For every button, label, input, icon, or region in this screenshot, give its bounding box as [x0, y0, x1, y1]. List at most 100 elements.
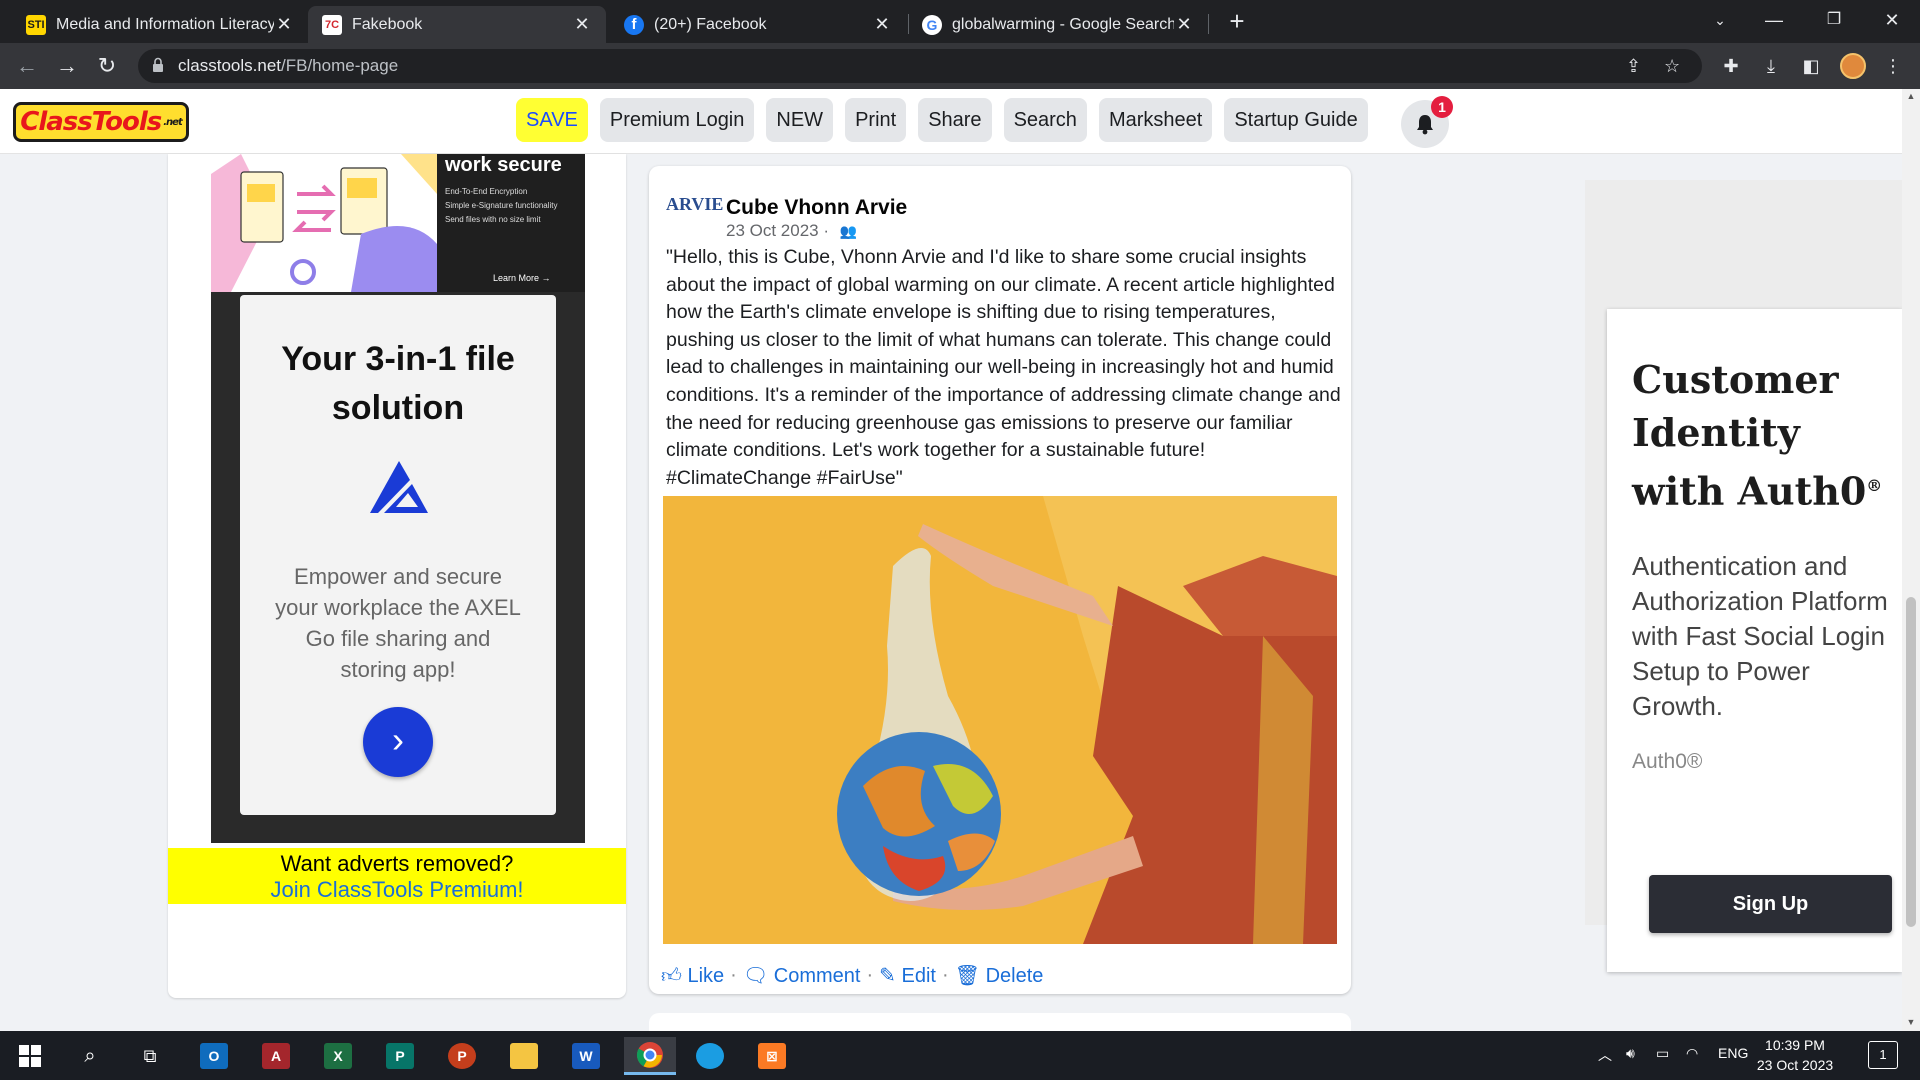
facebook-favicon-icon: f: [624, 14, 644, 35]
window-close-icon[interactable]: ✕: [1862, 0, 1920, 40]
windows-start-icon[interactable]: [10, 1037, 50, 1075]
share-page-icon[interactable]: ⇪: [1626, 56, 1641, 77]
restore-icon[interactable]: ❐: [1804, 0, 1864, 40]
like-label: Like: [687, 964, 725, 987]
join-premium-link[interactable]: Join ClassTools Premium!: [168, 877, 626, 903]
scroll-up-icon[interactable]: ▲: [1906, 91, 1916, 101]
outlook-icon[interactable]: O: [194, 1037, 234, 1075]
browser-tab-strip: STI Media and Information Literacy ✕ 7C …: [0, 0, 1920, 43]
edge-icon[interactable]: [690, 1037, 730, 1075]
tray-chevron-icon[interactable]: ︿: [1598, 1045, 1612, 1065]
wifi-icon[interactable]: ◠: [1686, 1045, 1698, 1062]
classtools-logo[interactable]: ClassTools .net: [13, 102, 189, 142]
sign-up-button[interactable]: Sign Up: [1649, 875, 1892, 933]
file-sharing-illustration: [211, 154, 437, 292]
new-button[interactable]: NEW: [766, 98, 834, 142]
tab-title: Fakebook: [352, 15, 423, 33]
search-button[interactable]: Search: [1003, 98, 1087, 142]
browser-tab[interactable]: G globalwarming - Google Search ✕: [908, 6, 1208, 43]
download-icon[interactable]: ⤓: [1758, 53, 1784, 79]
like-button[interactable]: 👍︎ Like: [661, 964, 724, 988]
task-view-icon[interactable]: ⧉: [130, 1037, 170, 1075]
axel-advert[interactable]: work secure End-To-End Encryption Simple…: [211, 154, 585, 843]
print-button[interactable]: Print: [845, 98, 907, 142]
powerpoint-icon[interactable]: P: [442, 1037, 482, 1075]
browser-toolbar: ← → ↻ classtools.net/FB/home-page ⇪ ☆ ✚ …: [0, 43, 1920, 89]
minimize-icon[interactable]: —: [1744, 0, 1804, 40]
browser-tab[interactable]: STI Media and Information Literacy ✕: [12, 6, 308, 43]
banner-line: Simple e-Signature functionality: [445, 201, 558, 210]
tab-close-icon[interactable]: ✕: [872, 14, 892, 35]
access-icon[interactable]: A: [256, 1037, 296, 1075]
edit-button[interactable]: ✎ Edit: [879, 963, 936, 988]
windows-logo-icon: [19, 1045, 41, 1067]
registered-mark: ®: [1866, 476, 1883, 495]
post-date: 23 Oct 2023 · 👥: [726, 221, 857, 241]
auth0-advert[interactable]: Customer Identity with Auth0® Authentica…: [1607, 309, 1902, 972]
save-button[interactable]: SAVE: [516, 98, 588, 142]
tab-close-icon[interactable]: ✕: [274, 14, 294, 35]
learn-more-label: Learn More: [493, 273, 540, 283]
logo-text: ClassTools: [20, 107, 162, 137]
axel-logo-icon: [370, 461, 428, 513]
word-icon[interactable]: W: [566, 1037, 606, 1075]
author-avatar[interactable]: ARVIE: [666, 194, 723, 220]
tab-close-icon[interactable]: ✕: [1174, 14, 1194, 35]
forward-arrow-icon[interactable]: →: [52, 51, 82, 81]
post-photo[interactable]: [663, 496, 1337, 944]
learn-more-link[interactable]: Learn More →: [493, 273, 551, 283]
startup-guide-button[interactable]: Startup Guide: [1224, 98, 1368, 142]
language-indicator[interactable]: ENG: [1718, 1045, 1748, 1061]
extensions-puzzle-icon[interactable]: ✚: [1718, 53, 1744, 79]
profile-avatar[interactable]: [1840, 53, 1866, 79]
next-post-card: [649, 1013, 1351, 1031]
bell-icon: [1417, 115, 1433, 135]
notifications-button[interactable]: 1: [1401, 96, 1453, 148]
advert-go-button[interactable]: ›: [363, 707, 433, 777]
file-explorer-icon[interactable]: [504, 1037, 544, 1075]
taskbar-clock[interactable]: 10:39 PM 23 Oct 2023: [1752, 1035, 1838, 1075]
browser-tab[interactable]: f (20+) Facebook ✕: [610, 6, 906, 43]
tab-search-chevron-icon[interactable]: ⌄: [1690, 0, 1750, 40]
auth0-advert-subtitle: Authentication and Authorization Platfor…: [1632, 551, 1888, 721]
url-domain: classtools.net: [178, 56, 281, 75]
notification-center-icon[interactable]: 1: [1868, 1041, 1898, 1069]
address-bar[interactable]: classtools.net/FB/home-page ⇪ ☆: [138, 49, 1702, 83]
publisher-icon[interactable]: P: [380, 1037, 420, 1075]
new-tab-button[interactable]: +: [1222, 6, 1252, 36]
xampp-icon[interactable]: ⊠: [752, 1037, 792, 1075]
trash-icon: 🗑︎: [954, 965, 981, 987]
marksheet-button[interactable]: Marksheet: [1098, 98, 1213, 142]
excel-icon[interactable]: X: [318, 1037, 358, 1075]
arrow-right-icon: →: [541, 273, 551, 283]
tab-close-icon[interactable]: ✕: [572, 14, 592, 35]
tab-title: Media and Information Literacy: [56, 15, 274, 33]
scrollbar-thumb[interactable]: [1906, 597, 1916, 927]
battery-icon[interactable]: ▭: [1656, 1045, 1669, 1062]
author-name[interactable]: Cube Vhonn Arvie: [726, 196, 907, 220]
delete-button[interactable]: 🗑︎ Delete: [955, 963, 1044, 988]
delete-label: Delete: [985, 965, 1044, 987]
back-arrow-icon[interactable]: ←: [12, 51, 42, 81]
reload-icon[interactable]: ↻: [92, 51, 122, 81]
chrome-menu-icon[interactable]: ⋮: [1880, 53, 1906, 79]
url-path: /FB/home-page: [281, 56, 399, 75]
post-body: "Hello, this is Cube, Vhonn Arvie and I'…: [666, 246, 1341, 489]
bookmark-star-icon[interactable]: ☆: [1664, 56, 1680, 77]
lock-icon: [153, 57, 163, 72]
notification-badge: 1: [1431, 96, 1453, 118]
premium-login-button[interactable]: Premium Login: [599, 98, 755, 142]
page-viewport: ClassTools .net SAVE Premium Login NEW Pr…: [0, 89, 1902, 1031]
page-scrollbar[interactable]: ▲ ▼: [1902, 89, 1920, 1031]
comment-button[interactable]: 🗨︎ Comment: [743, 963, 861, 988]
search-icon[interactable]: ⌕: [70, 1037, 110, 1075]
comment-icon: 🗨︎: [742, 965, 769, 987]
volume-icon[interactable]: 🔊︎: [1626, 1045, 1635, 1062]
browser-tab-active[interactable]: 7C Fakebook ✕: [308, 6, 606, 43]
side-panel-icon[interactable]: ◧: [1798, 53, 1824, 79]
share-button[interactable]: Share: [918, 98, 992, 142]
tab-title: globalwarming - Google Search: [952, 15, 1174, 33]
scroll-down-icon[interactable]: ▼: [1906, 1017, 1916, 1027]
chrome-icon[interactable]: [624, 1037, 676, 1075]
premium-upsell[interactable]: Want adverts removed? Join ClassTools Pr…: [168, 848, 626, 904]
